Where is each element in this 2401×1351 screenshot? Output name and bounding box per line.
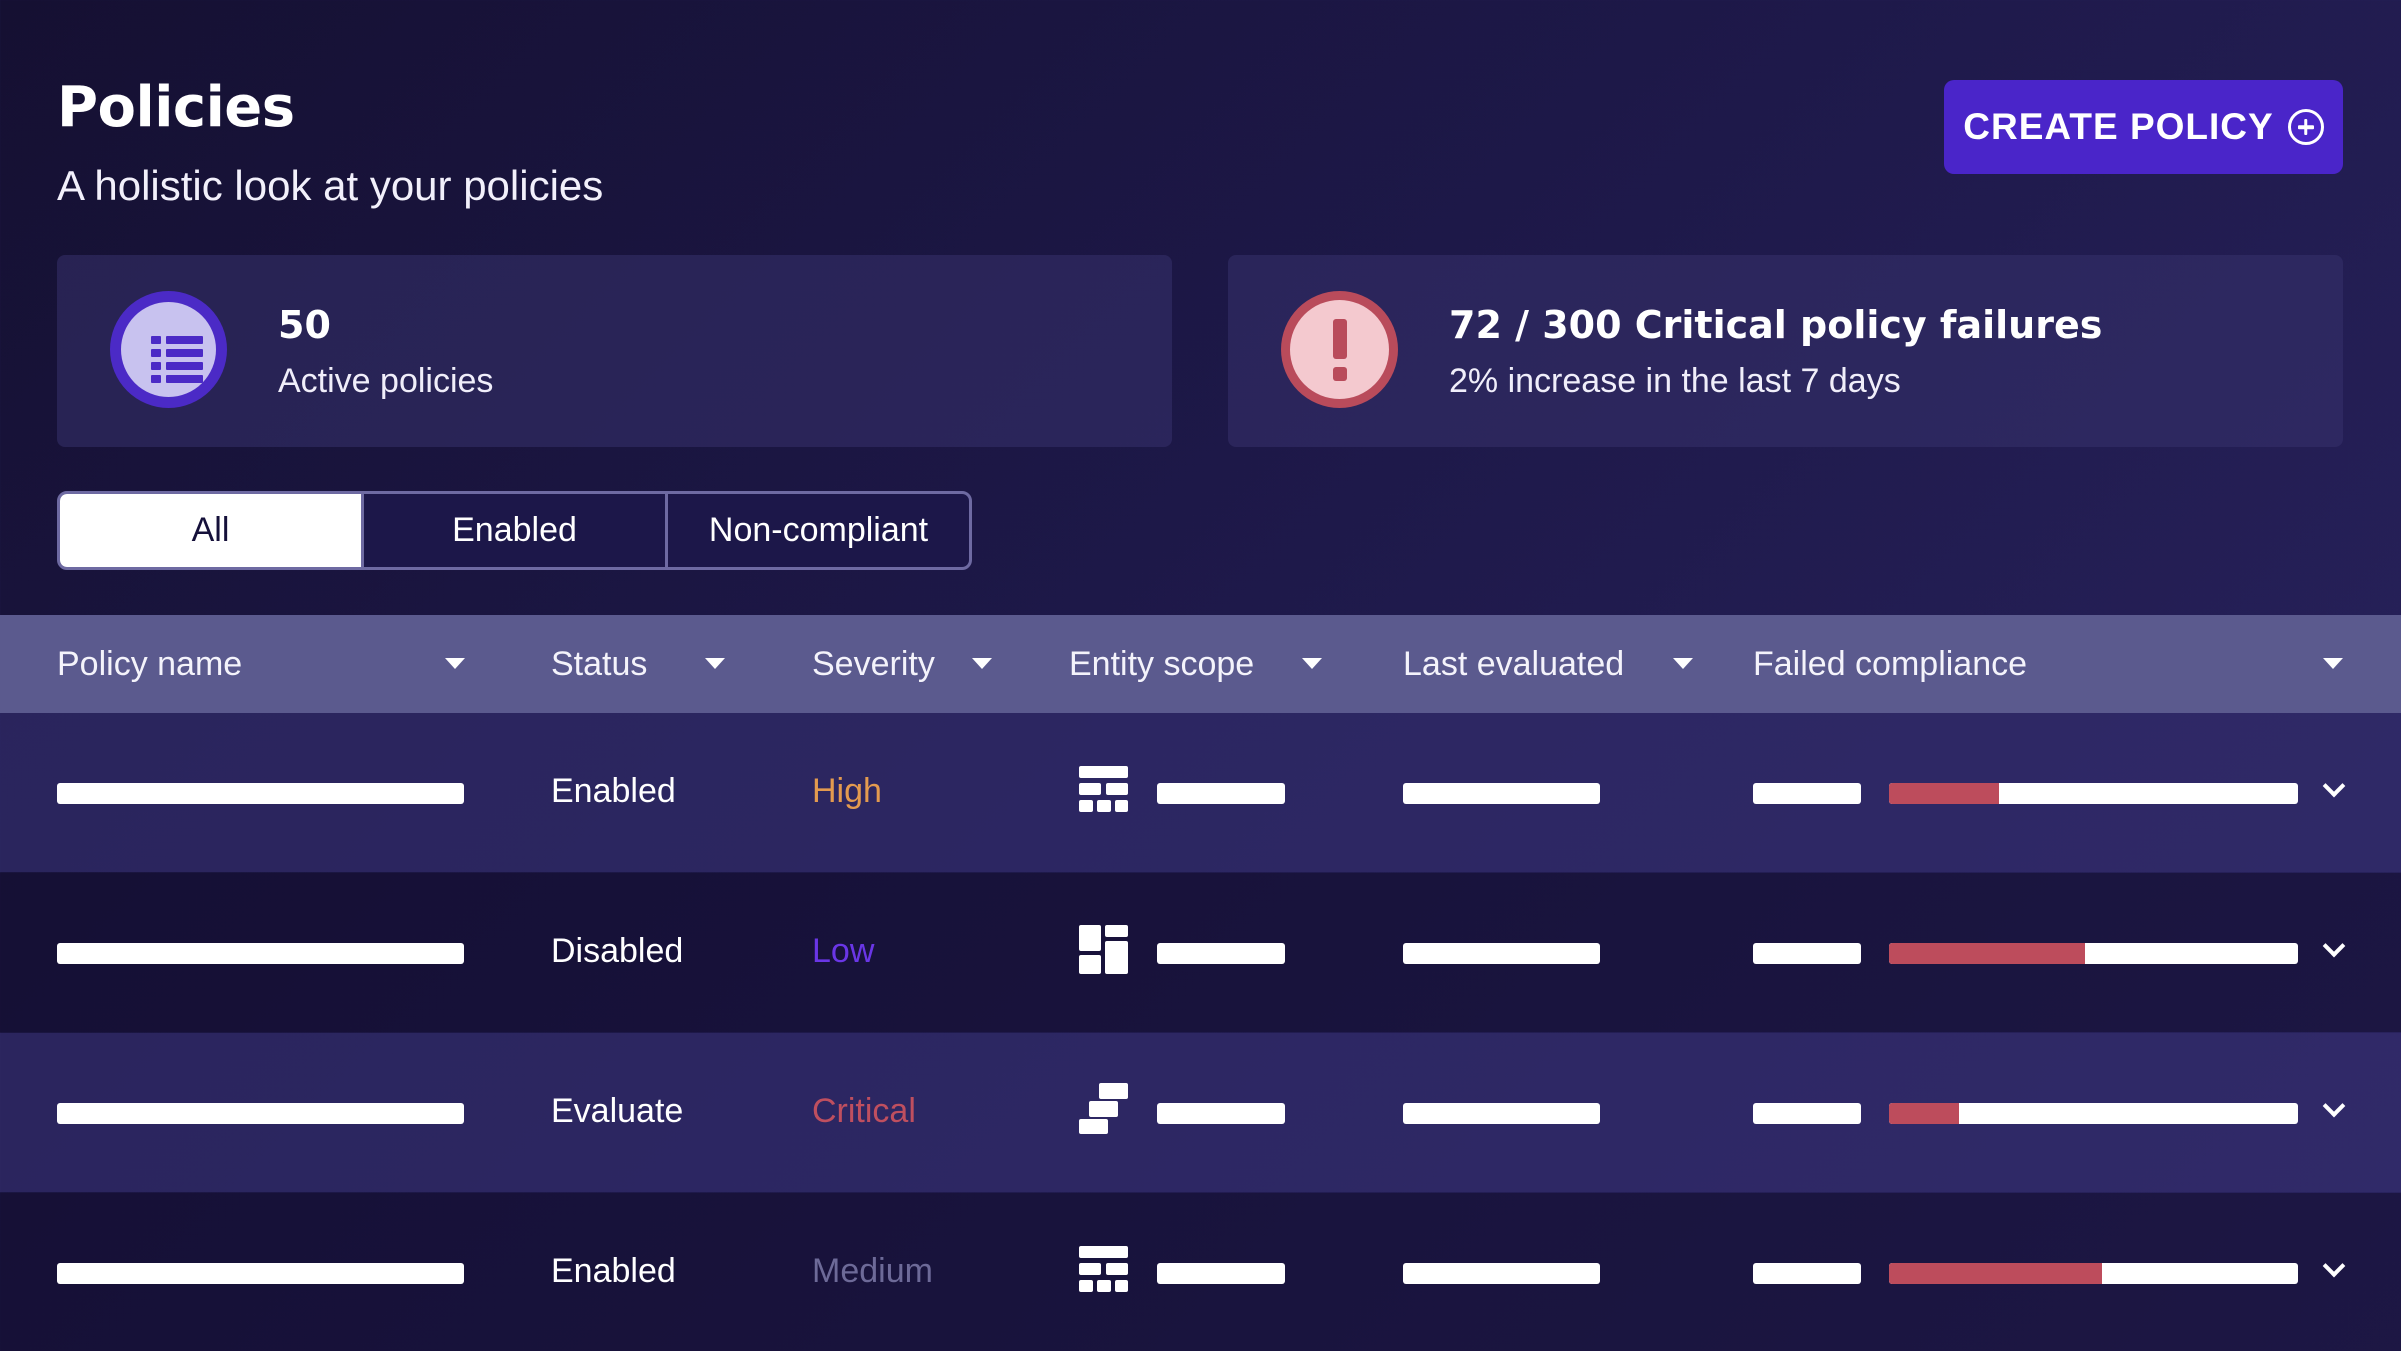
table-row[interactable]: Disabled Low	[0, 873, 2401, 1032]
active-policies-card: 50 Active policies	[57, 255, 1172, 447]
status-cell: Evaluate	[551, 1092, 684, 1130]
stack-icon	[1079, 1083, 1131, 1135]
sort-caret-icon[interactable]	[1302, 658, 1322, 669]
table-row[interactable]: Enabled High	[0, 713, 2401, 872]
active-policies-count: 50	[278, 303, 331, 347]
grid-icon	[1079, 1246, 1131, 1298]
sort-caret-icon[interactable]	[972, 658, 992, 669]
severity-cell: Medium	[812, 1252, 933, 1290]
entity-scope-placeholder	[1157, 783, 1285, 804]
entity-scope-placeholder	[1157, 1263, 1285, 1284]
severity-cell: Critical	[812, 1092, 916, 1130]
column-header-status[interactable]: Status	[551, 615, 647, 713]
status-cell: Enabled	[551, 772, 676, 810]
policy-name-placeholder	[57, 1263, 464, 1284]
sort-caret-icon[interactable]	[705, 658, 725, 669]
failed-compliance-fill	[1889, 1263, 2102, 1284]
sort-caret-icon[interactable]	[445, 658, 465, 669]
page-title: Policies	[57, 75, 295, 140]
column-header-policy-name[interactable]: Policy name	[57, 615, 242, 713]
policy-filter-tabs: All Enabled Non-compliant	[57, 491, 972, 570]
failed-compliance-fill	[1889, 1103, 1959, 1124]
tab-enabled[interactable]: Enabled	[364, 494, 668, 567]
failed-compliance-fill	[1889, 943, 2086, 964]
sort-caret-icon[interactable]	[2323, 658, 2343, 669]
policy-name-placeholder	[57, 1103, 464, 1124]
severity-cell: Low	[812, 932, 875, 970]
status-cell: Enabled	[551, 1252, 676, 1290]
failed-count-placeholder	[1753, 943, 1861, 964]
create-policy-label: CREATE POLICY	[1963, 106, 2274, 147]
active-policies-label: Active policies	[278, 362, 494, 400]
last-evaluated-placeholder	[1403, 1103, 1600, 1124]
tab-all[interactable]: All	[60, 494, 364, 567]
failed-count-placeholder	[1753, 1263, 1861, 1284]
policies-page: Policies A holistic look at your policie…	[0, 0, 2401, 1351]
critical-failures-count: 72 / 300 Critical policy failures	[1449, 303, 2103, 347]
last-evaluated-placeholder	[1403, 783, 1600, 804]
column-header-entity-scope[interactable]: Entity scope	[1069, 615, 1254, 713]
failed-count-placeholder	[1753, 783, 1861, 804]
entity-scope-placeholder	[1157, 1103, 1285, 1124]
tab-non-compliant[interactable]: Non-compliant	[668, 494, 969, 567]
policy-name-placeholder	[57, 943, 464, 964]
entity-scope-placeholder	[1157, 943, 1285, 964]
page-subtitle: A holistic look at your policies	[57, 162, 604, 209]
exclamation-icon	[1281, 291, 1398, 408]
last-evaluated-placeholder	[1403, 943, 1600, 964]
expand-chevron-icon[interactable]	[2322, 934, 2346, 958]
column-header-failed-compliance[interactable]: Failed compliance	[1753, 615, 2027, 713]
create-policy-button[interactable]: CREATE POLICY	[1944, 80, 2343, 174]
column-header-last-evaluated[interactable]: Last evaluated	[1403, 615, 1624, 713]
table-header: Policy name Status Severity Entity scope…	[0, 615, 2401, 713]
sort-caret-icon[interactable]	[1673, 658, 1693, 669]
dashboard-icon	[1079, 925, 1131, 977]
severity-cell: High	[812, 772, 882, 810]
failed-compliance-bar	[1889, 1103, 2298, 1124]
expand-chevron-icon[interactable]	[2322, 1094, 2346, 1118]
expand-chevron-icon[interactable]	[2322, 774, 2346, 798]
grid-icon	[1079, 766, 1131, 818]
failed-compliance-bar	[1889, 943, 2298, 964]
list-icon	[110, 291, 227, 408]
expand-chevron-icon[interactable]	[2322, 1254, 2346, 1278]
critical-failures-card: 72 / 300 Critical policy failures 2% inc…	[1228, 255, 2343, 447]
table-row[interactable]: Enabled Medium	[0, 1193, 2401, 1351]
table-row[interactable]: Evaluate Critical	[0, 1033, 2401, 1192]
failed-count-placeholder	[1753, 1103, 1861, 1124]
last-evaluated-placeholder	[1403, 1263, 1600, 1284]
critical-failures-trend: 2% increase in the last 7 days	[1449, 362, 1901, 400]
status-cell: Disabled	[551, 932, 684, 970]
failed-compliance-bar	[1889, 1263, 2298, 1284]
policy-name-placeholder	[57, 783, 464, 804]
column-header-severity[interactable]: Severity	[812, 615, 935, 713]
plus-circle-icon	[2287, 109, 2324, 145]
failed-compliance-bar	[1889, 783, 2298, 804]
failed-compliance-fill	[1889, 783, 2000, 804]
